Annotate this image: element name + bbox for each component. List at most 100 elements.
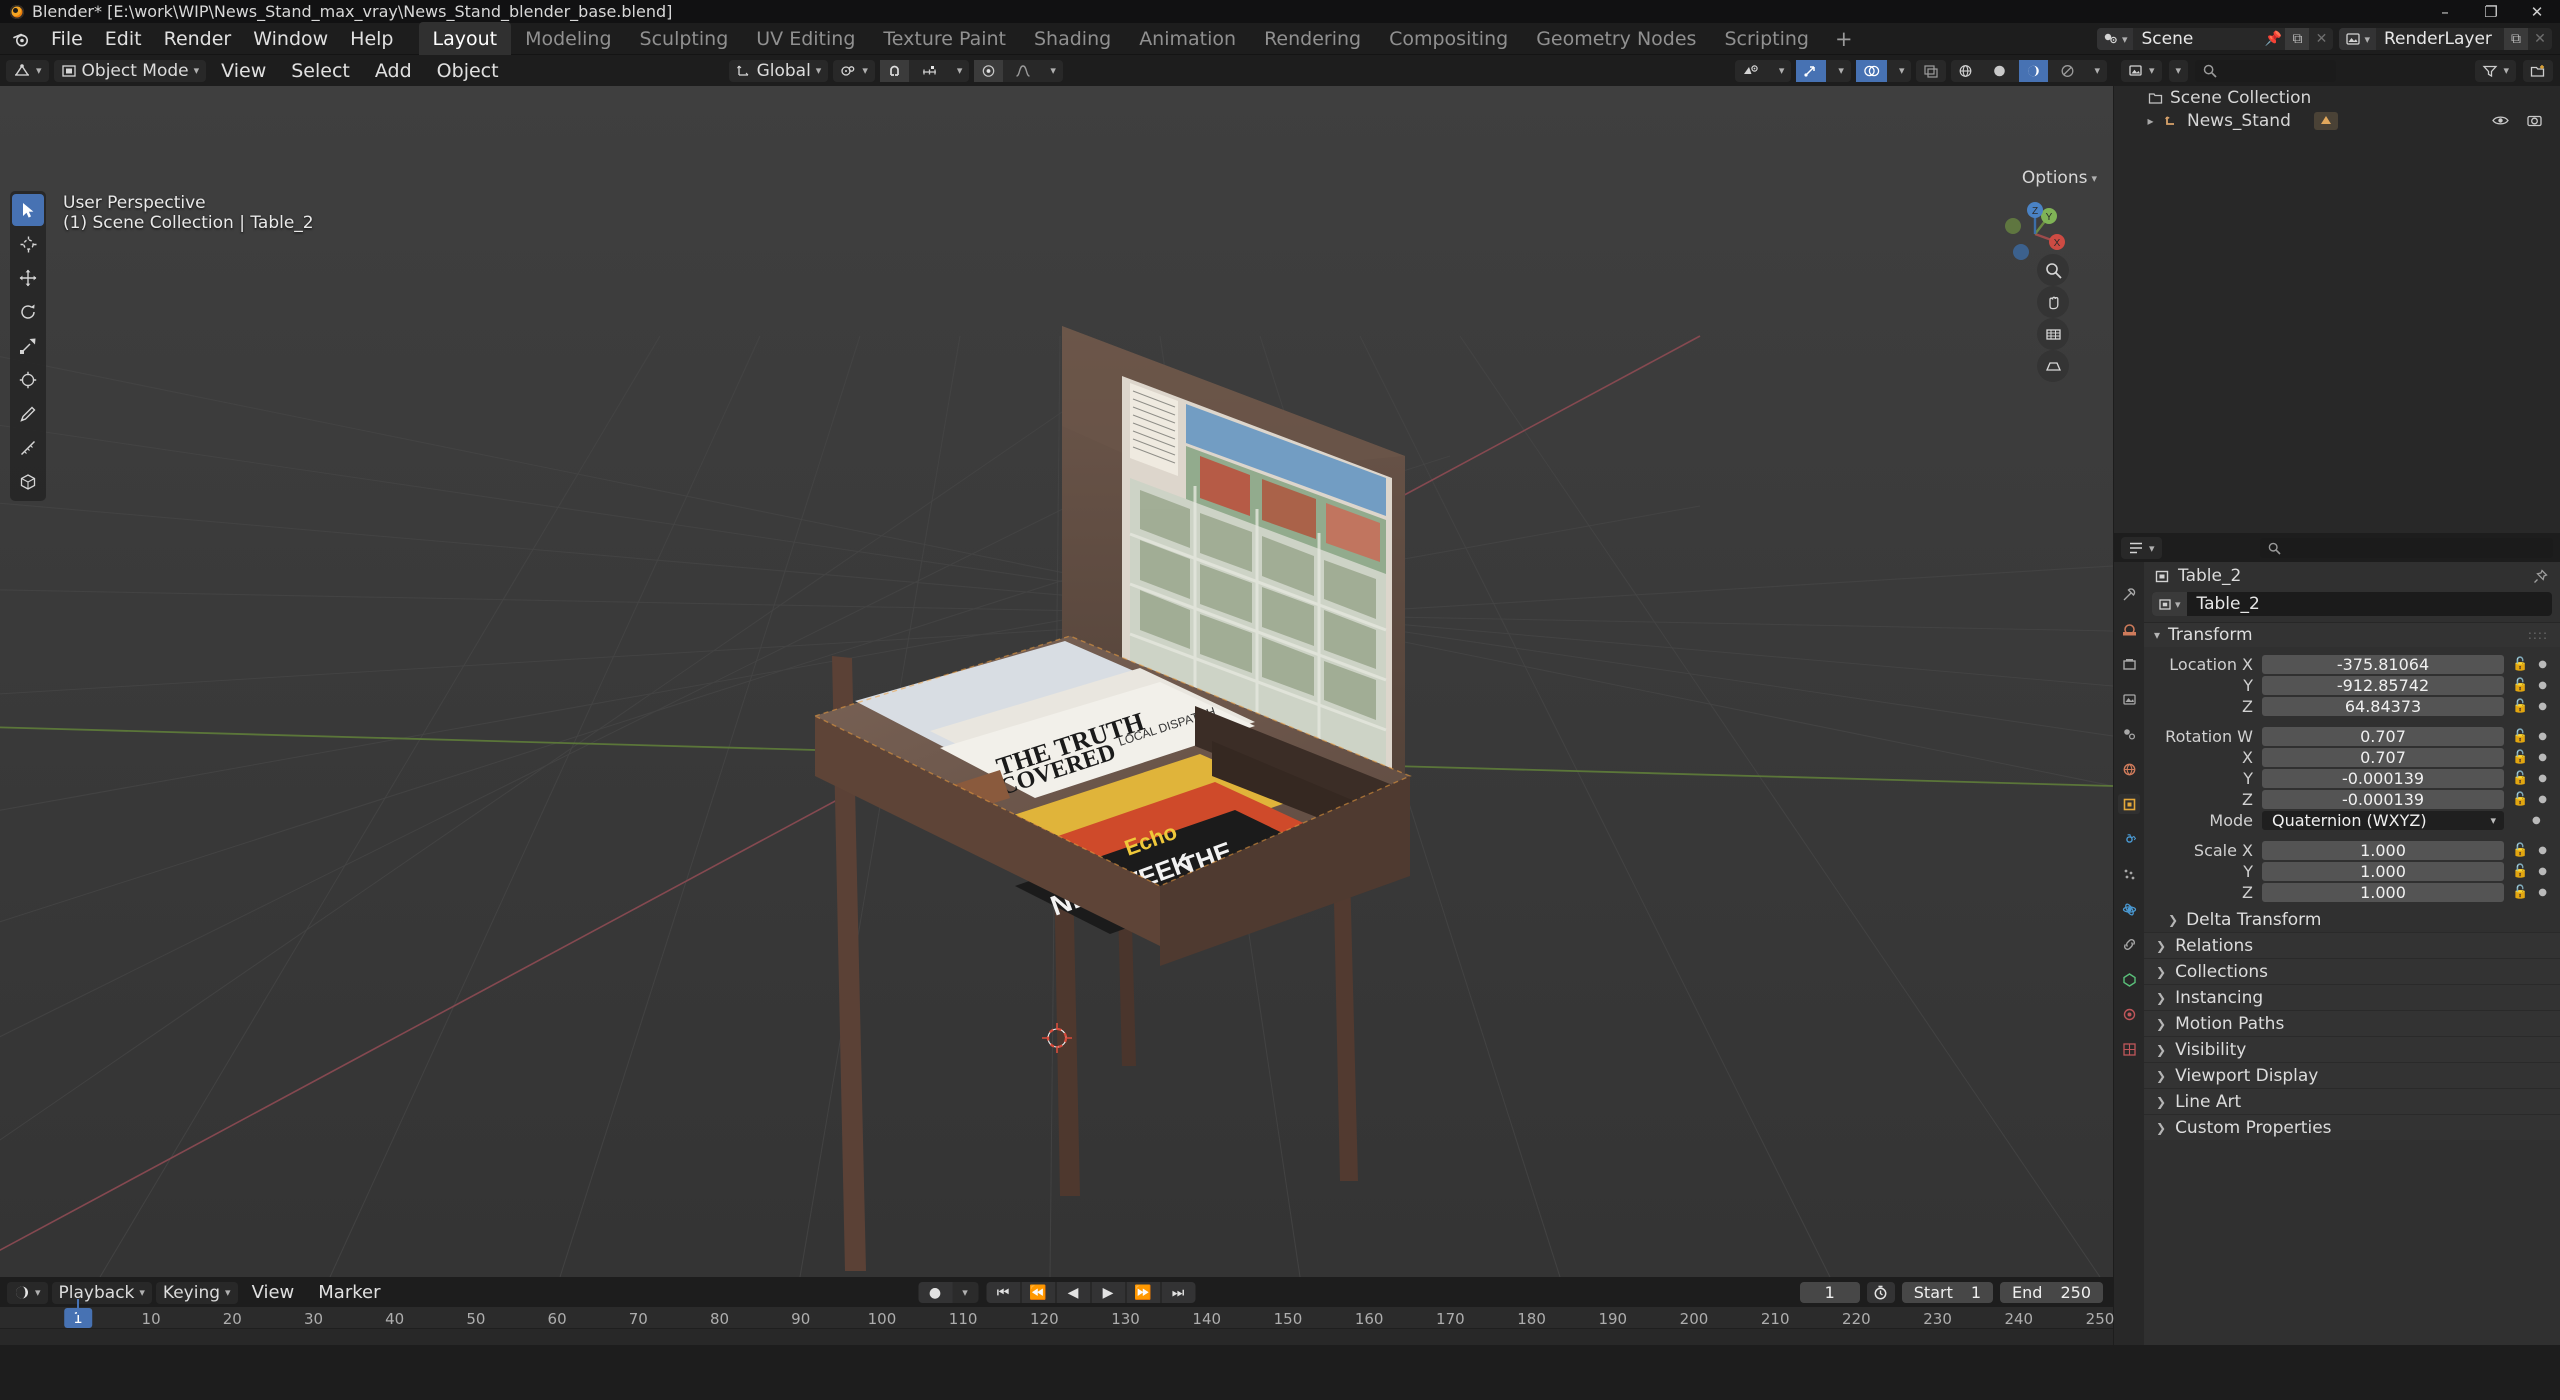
viewport-menu-add[interactable]: Add — [365, 57, 422, 85]
location-z-lock[interactable]: 🔓 ● — [2508, 699, 2550, 714]
3d-viewport[interactable]: ▾ Object Mode ▾ View Select Add Object G… — [0, 55, 2113, 1277]
gizmo-caret-icon[interactable]: ▾ — [1831, 60, 1851, 82]
outliner-filter-button[interactable]: ▾ — [2475, 59, 2516, 82]
snapping-group[interactable]: ▾ — [879, 59, 970, 82]
menu-file[interactable]: File — [40, 25, 94, 53]
new-scene-icon[interactable]: ⧉ — [2285, 28, 2310, 50]
play-button[interactable]: ▶ — [1091, 1282, 1125, 1303]
visibility-group[interactable]: ▾ — [1734, 59, 1792, 82]
pin-id-icon[interactable] — [2533, 568, 2548, 584]
delete-view-layer-icon[interactable]: ✕ — [2528, 28, 2552, 50]
xray-toggle[interactable] — [1916, 59, 1947, 82]
transform-panel-header[interactable]: ▾ Transform :::: — [2144, 622, 2560, 647]
tab-material[interactable] — [2118, 1004, 2140, 1024]
timeline-keying-menu[interactable]: Keying ▾ — [155, 1281, 238, 1304]
falloff-curve-icon[interactable] — [1008, 60, 1038, 82]
tab-constraints[interactable] — [2118, 934, 2140, 954]
tab-animation[interactable]: Animation — [1125, 22, 1250, 56]
timeline-frame-controls[interactable]: 1 Start 1 End 250 — [1799, 1282, 2103, 1303]
tab-texture-paint[interactable]: Texture Paint — [869, 22, 1020, 56]
timeline-view-menu[interactable]: View — [242, 1279, 305, 1306]
scale-y-row[interactable]: Y 1.000 🔓 ● — [2144, 861, 2550, 881]
jump-to-end-button[interactable]: ⏭ — [1161, 1282, 1195, 1303]
tab-compositing[interactable]: Compositing — [1375, 22, 1522, 56]
blender-menu-icon[interactable] — [10, 28, 32, 50]
timeline-editor[interactable]: ▾ Playback ▾ Keying ▾ View Marker ● ▾ ⏮ … — [0, 1278, 2114, 1345]
start-frame-value[interactable]: 1 — [1971, 1283, 1981, 1302]
annotate-tool[interactable] — [12, 398, 44, 430]
view-layer-icon[interactable]: ▾ — [2339, 28, 2376, 50]
timeline-transport-controls[interactable]: ● ▾ ⏮ ⏪ ◀ ▶ ⏩ ⏭ — [918, 1282, 1195, 1303]
delete-scene-icon[interactable]: ✕ — [2309, 28, 2333, 50]
play-reverse-button[interactable]: ◀ — [1056, 1282, 1090, 1303]
panel-viewport-display[interactable]: ❯ Viewport Display — [2144, 1062, 2560, 1088]
timeline-editor-type-selector[interactable]: ▾ — [7, 1281, 48, 1304]
tab-particles[interactable] — [2118, 864, 2140, 884]
location-y-row[interactable]: Y -912.85742 🔓 ● — [2144, 675, 2550, 695]
proportional-edit-group[interactable]: ▾ — [974, 59, 1063, 82]
tab-view-layer[interactable] — [2118, 689, 2140, 709]
visibility-caret-icon[interactable]: ▾ — [1772, 60, 1792, 82]
falloff-caret-icon[interactable]: ▾ — [1043, 60, 1063, 82]
rotation-mode-anim[interactable]: ● — [2508, 815, 2550, 826]
viewport-canvas[interactable]: THE TRUTH UNCOVERED LOCAL DISPATCH NEW W… — [0, 86, 2113, 1277]
maximize-button[interactable]: ❐ — [2468, 0, 2514, 23]
frame-range-fields[interactable]: Start 1 — [1901, 1282, 1994, 1303]
rotation-z-row[interactable]: Z -0.000139 🔓 ● — [2144, 789, 2550, 809]
location-z-value[interactable]: 64.84373 — [2262, 696, 2504, 716]
scene-selector[interactable]: ▾ Scene 📌 ⧉ ✕ — [2096, 28, 2334, 50]
new-view-layer-icon[interactable]: ⧉ — [2504, 28, 2528, 50]
tab-uv-editing[interactable]: UV Editing — [742, 22, 869, 56]
tab-render[interactable] — [2118, 619, 2140, 639]
properties-tab-strip[interactable] — [2114, 562, 2144, 1345]
object-datablock-icon[interactable]: ▾ — [2152, 592, 2187, 616]
snap-caret-icon[interactable]: ▾ — [950, 60, 970, 82]
scale-z-row[interactable]: Z 1.000 🔓 ● — [2144, 882, 2550, 902]
viewport-menu-object[interactable]: Object — [427, 57, 509, 85]
rotation-y-value[interactable]: -0.000139 — [2262, 768, 2504, 788]
tab-physics[interactable] — [2118, 899, 2140, 919]
close-button[interactable]: ✕ — [2514, 0, 2560, 23]
pivot-point-selector[interactable]: ▾ — [833, 59, 875, 82]
gizmo-group[interactable]: ▾ — [1796, 59, 1851, 82]
tab-object[interactable] — [2118, 794, 2140, 814]
mesh-data-icon[interactable] — [2313, 111, 2338, 130]
jump-to-start-button[interactable]: ⏮ — [986, 1282, 1020, 1303]
scale-x-row[interactable]: Scale X 1.000 🔓 ● — [2144, 840, 2550, 860]
snap-magnet-icon[interactable] — [879, 59, 909, 82]
rotation-mode-value[interactable]: Quaternion (WXYZ) ▾ — [2262, 810, 2504, 830]
add-cube-tool[interactable] — [12, 466, 44, 498]
object-visibility-icon[interactable] — [1735, 60, 1767, 82]
viewport-menu-view[interactable]: View — [211, 57, 276, 85]
tab-tool[interactable] — [2118, 584, 2140, 604]
transform-orientation-selector[interactable]: Global ▾ — [728, 59, 829, 82]
rotation-y-lock[interactable]: 🔓 ● — [2508, 771, 2550, 786]
tab-rendering[interactable]: Rendering — [1250, 22, 1375, 56]
window-controls[interactable]: – ❐ ✕ — [2422, 0, 2560, 23]
show-gizmo-icon[interactable] — [1796, 59, 1827, 82]
zoom-view-icon[interactable] — [2037, 254, 2069, 286]
rotation-mode-row[interactable]: Mode Quaternion (WXYZ) ▾ ● — [2144, 810, 2550, 830]
jump-prev-keyframe-button[interactable]: ⏪ — [1021, 1282, 1055, 1303]
pan-view-icon[interactable] — [2037, 286, 2069, 318]
current-frame-field[interactable]: 1 — [1799, 1282, 1860, 1303]
panel-visibility[interactable]: ❯ Visibility — [2144, 1036, 2560, 1062]
news-stand-disclosure-icon[interactable]: ▸ — [2144, 114, 2157, 128]
editor-type-selector[interactable]: ▾ — [6, 59, 49, 82]
outliner-row-news-stand[interactable]: ▸ News_Stand — [2114, 109, 2560, 132]
toggle-perspective-icon[interactable] — [2037, 350, 2069, 382]
tab-scripting[interactable]: Scripting — [1710, 22, 1823, 56]
scale-tool[interactable] — [12, 330, 44, 362]
scale-x-lock[interactable]: 🔓 ● — [2508, 843, 2550, 858]
scale-z-value[interactable]: 1.000 — [2262, 882, 2504, 902]
rotation-x-lock[interactable]: 🔓 ● — [2508, 750, 2550, 765]
auto-keying-toggle[interactable]: ● — [918, 1282, 952, 1303]
jump-next-keyframe-button[interactable]: ⏩ — [1126, 1282, 1160, 1303]
outliner-tree[interactable]: Scene Collection ▸ News_Stand — [2114, 86, 2560, 132]
delta-transform-header[interactable]: ❯ Delta Transform — [2144, 907, 2560, 932]
scale-z-lock[interactable]: 🔓 ● — [2508, 885, 2550, 900]
rendered-shading-icon[interactable] — [2053, 60, 2082, 82]
minimize-button[interactable]: – — [2422, 0, 2468, 23]
end-frame-value[interactable]: 250 — [2060, 1283, 2091, 1302]
transform-fields[interactable]: Location X -375.81064 🔓 ● Y -912.85742 🔓 ●… — [2144, 647, 2560, 907]
